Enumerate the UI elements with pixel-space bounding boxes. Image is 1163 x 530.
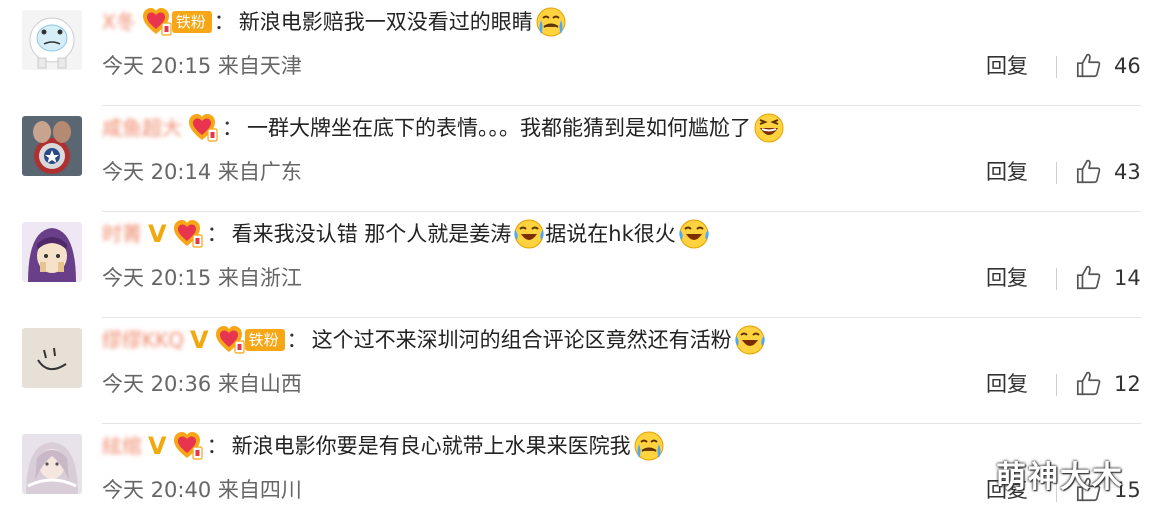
colon: ： bbox=[206, 222, 228, 246]
comment-text-continued: 据说在hk很火 bbox=[545, 222, 676, 246]
colon: ： bbox=[222, 116, 243, 140]
comment-item: 缪缪KKQ V 铁粉 ： 这个过不来深圳河的组合评论区竟然还有活粉 今天 20:… bbox=[0, 318, 1163, 424]
fan-heart-icon bbox=[188, 113, 220, 143]
fan-heart-icon bbox=[142, 7, 174, 37]
separator bbox=[1056, 268, 1057, 290]
colon: ： bbox=[213, 10, 235, 34]
fan-heart-icon bbox=[214, 325, 247, 355]
comment-meta: 今天 20:40 来自四川 bbox=[102, 478, 302, 502]
like-count[interactable]: 12 bbox=[1114, 366, 1141, 402]
comment-item: Ⅹ冬 铁粉 ： 新浪电影赔我一双没看过的眼睛 今天 20:15 来自天津 回复 … bbox=[0, 0, 1163, 106]
comment-text: 新浪电影你要是有良心就带上水果来医院我 bbox=[231, 434, 631, 458]
comment-meta: 今天 20:15 来自浙江 bbox=[102, 266, 302, 290]
verified-badge: V bbox=[148, 432, 167, 460]
reply-button[interactable]: 回复 bbox=[986, 260, 1028, 296]
thumbs-up-icon[interactable] bbox=[1075, 370, 1103, 398]
avatar[interactable] bbox=[22, 328, 82, 388]
tears-of-joy-emoji-icon bbox=[733, 325, 766, 355]
comment-item: 时菁 V ： 看来我没认错 那个人就是姜涛 据说在hk很火 今天 20:15 来… bbox=[0, 212, 1163, 318]
comment-meta: 今天 20:15 来自天津 bbox=[102, 54, 302, 78]
comment-meta: 今天 20:14 来自广东 bbox=[102, 160, 302, 184]
crying-emoji-icon bbox=[535, 7, 566, 37]
thumbs-up-icon[interactable] bbox=[1075, 158, 1103, 186]
colon: ： bbox=[286, 328, 308, 352]
separator bbox=[1056, 374, 1057, 396]
comment-text: 看来我没认错 那个人就是姜涛 bbox=[231, 222, 512, 246]
comment-item: 咸鱼超大 ： 一群大牌坐在底下的表情。。。我都能猜到是如何尴尬了 今天 20:1… bbox=[0, 106, 1163, 212]
avatar[interactable] bbox=[22, 116, 82, 176]
like-count[interactable]: 46 bbox=[1114, 48, 1141, 84]
crying-emoji-icon bbox=[633, 431, 664, 461]
username[interactable]: 缪缪KKQ bbox=[102, 320, 184, 360]
separator bbox=[1056, 56, 1057, 78]
avatar[interactable] bbox=[22, 10, 82, 70]
like-count[interactable]: 43 bbox=[1114, 154, 1141, 190]
thumbs-up-icon[interactable] bbox=[1075, 52, 1103, 80]
avatar[interactable] bbox=[22, 434, 82, 494]
comment-text: 新浪电影赔我一双没看过的眼睛 bbox=[238, 10, 533, 34]
fan-heart-icon bbox=[172, 431, 205, 461]
thumbs-up-icon[interactable] bbox=[1075, 264, 1103, 292]
verified-badge: V bbox=[189, 326, 209, 354]
verified-badge: V bbox=[148, 220, 167, 248]
watermark: 萌神大木 bbox=[996, 460, 1124, 495]
fan-badge: 铁粉 bbox=[244, 329, 285, 351]
fan-badge: 铁粉 bbox=[171, 11, 212, 33]
tears-of-joy-emoji-icon bbox=[513, 219, 545, 249]
colon: ： bbox=[206, 434, 228, 458]
separator bbox=[1056, 162, 1057, 184]
comment-item: 絃绾 V ： 新浪电影你要是有良心就带上水果来医院我 今天 20:40 来自四川… bbox=[0, 424, 1163, 530]
comment-text: 这个过不来深圳河的组合评论区竟然还有活粉 bbox=[311, 328, 732, 352]
like-count[interactable]: 14 bbox=[1114, 260, 1141, 296]
laughing-emoji-icon bbox=[754, 113, 784, 143]
username[interactable]: 咸鱼超大 bbox=[102, 108, 182, 148]
username[interactable]: 絃绾 bbox=[102, 426, 142, 466]
fan-heart-icon bbox=[172, 219, 205, 249]
username[interactable]: Ⅹ冬 bbox=[102, 2, 136, 42]
comment-meta: 今天 20:36 来自山西 bbox=[102, 372, 302, 396]
reply-button[interactable]: 回复 bbox=[986, 366, 1028, 402]
username[interactable]: 时菁 bbox=[102, 214, 142, 254]
avatar[interactable] bbox=[22, 222, 82, 282]
reply-button[interactable]: 回复 bbox=[986, 48, 1028, 84]
comment-text: 一群大牌坐在底下的表情。。。我都能猜到是如何尴尬了 bbox=[247, 116, 751, 140]
tears-of-joy-emoji-icon bbox=[678, 219, 710, 249]
reply-button[interactable]: 回复 bbox=[986, 154, 1028, 190]
